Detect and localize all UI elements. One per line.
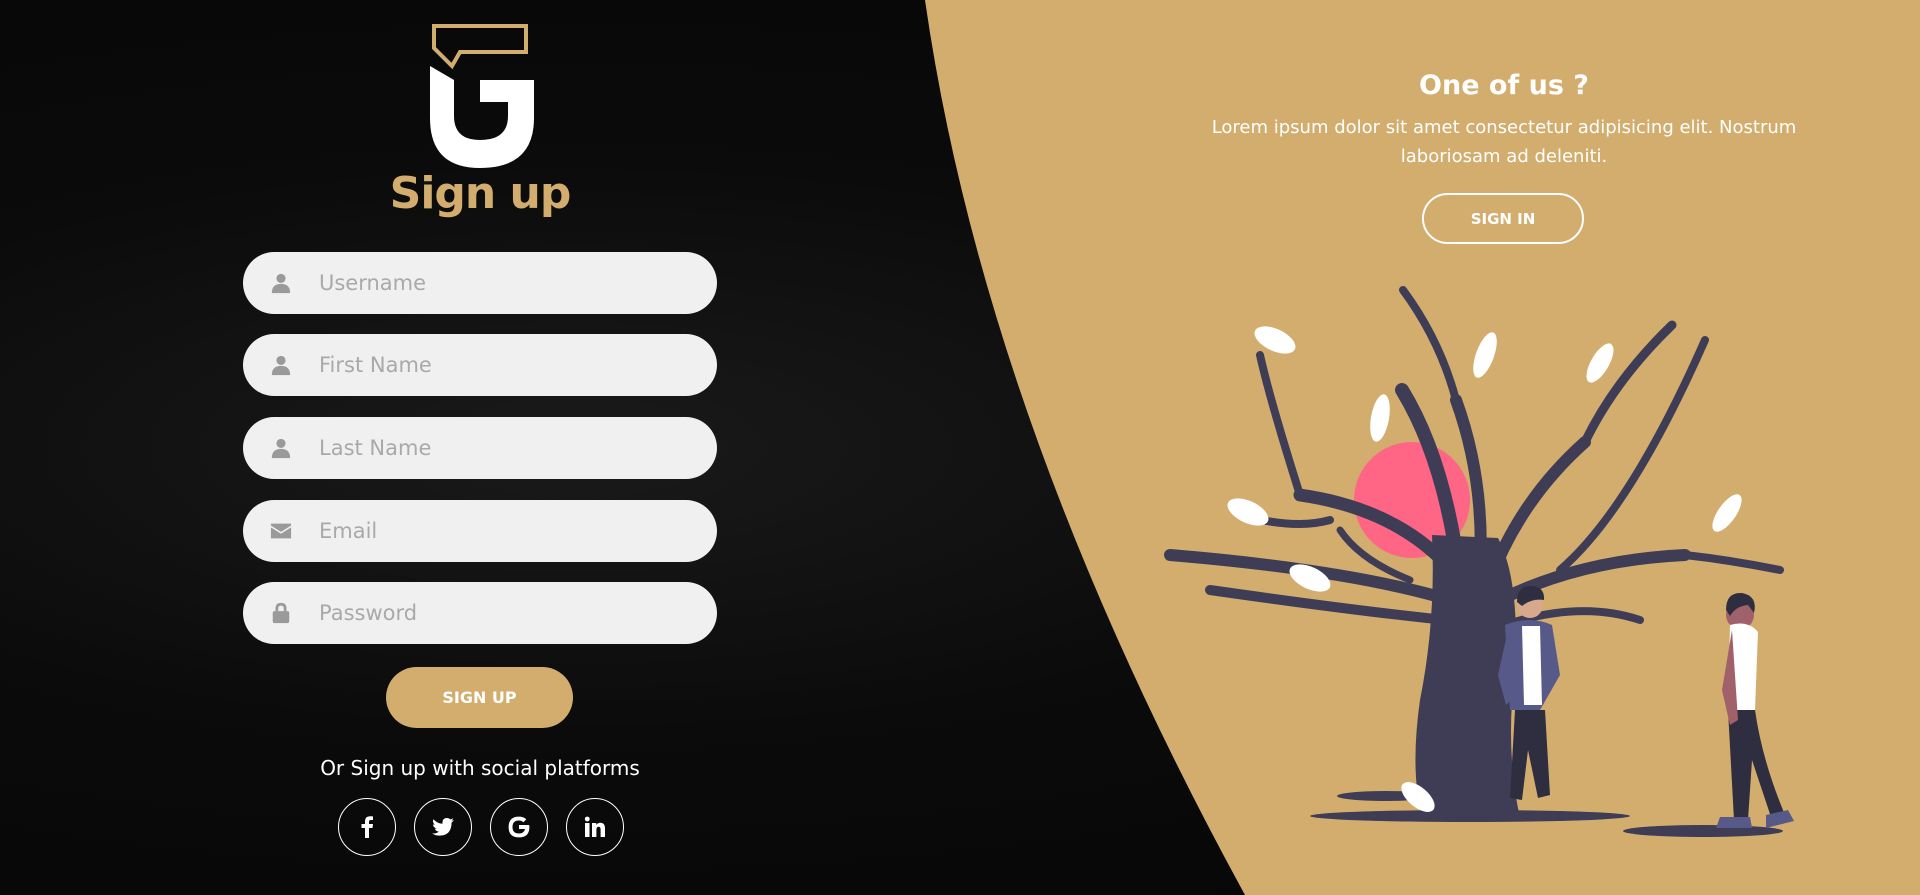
password-field[interactable] [243,582,717,644]
sign-in-button[interactable]: SIGN IN [1422,193,1584,244]
sign-in-panel: One of us ? Lorem ipsum dolor sit amet c… [1160,70,1848,171]
lock-icon [243,602,319,624]
google-icon [508,816,530,838]
email-input[interactable] [319,500,717,562]
social-platforms-text: Or Sign up with social platforms [320,756,640,780]
email-field[interactable] [243,500,717,562]
last-name-field[interactable] [243,417,717,479]
first-name-input[interactable] [319,334,717,396]
google-button[interactable] [490,798,548,856]
linkedin-button[interactable] [566,798,624,856]
twitter-button[interactable] [414,798,472,856]
person-standing-illustration [1716,592,1794,828]
password-input[interactable] [319,582,717,644]
user-icon [243,272,319,294]
panel-description: Lorem ipsum dolor sit amet consectetur a… [1211,117,1797,167]
first-name-field[interactable] [243,334,717,396]
facebook-button[interactable] [338,798,396,856]
sign-up-button[interactable]: SIGN UP [386,667,573,728]
facebook-icon [361,816,373,838]
user-icon [243,437,319,459]
brand-logo-icon [430,24,534,168]
person-shadow [1623,825,1783,837]
sign-up-title: Sign up [389,168,572,219]
username-field[interactable] [243,252,717,314]
sign-up-form: Sign up SIGN UP Or Sign up with social p… [243,0,717,895]
linkedin-icon [584,816,605,837]
twitter-icon [432,818,454,836]
tree-illustration [1164,286,1794,837]
username-input[interactable] [319,252,717,314]
envelope-icon [243,520,319,542]
social-buttons [338,798,624,856]
user-icon [243,354,319,376]
last-name-input[interactable] [319,417,717,479]
panel-title: One of us ? [1419,70,1589,101]
